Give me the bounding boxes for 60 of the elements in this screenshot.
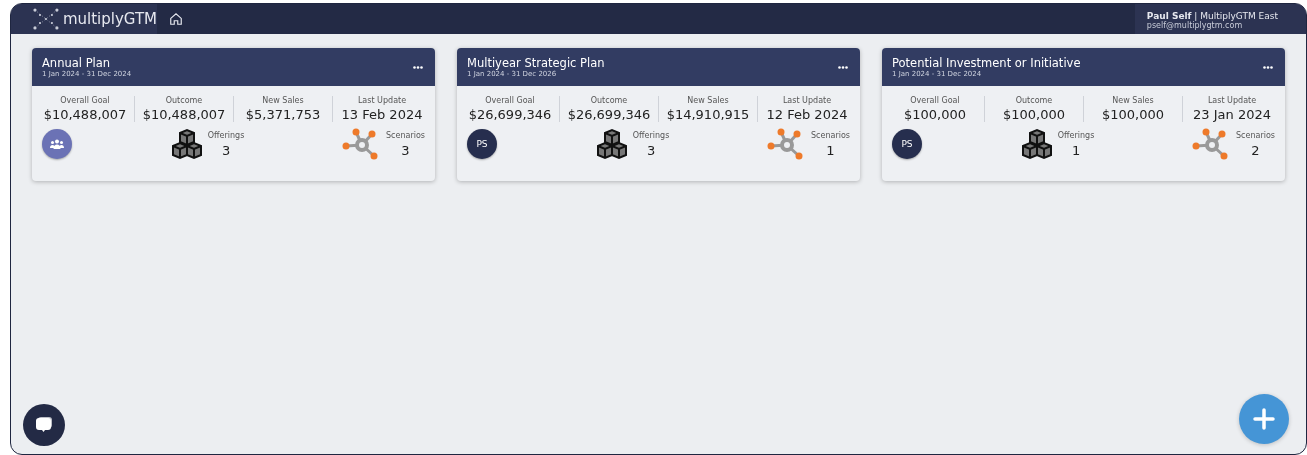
stat-label: Last Update bbox=[782, 96, 832, 105]
more-button[interactable] bbox=[836, 63, 850, 71]
offerings-count: 3 bbox=[221, 142, 231, 158]
stat-value: $10,488,007 bbox=[142, 107, 226, 122]
group-icon bbox=[50, 139, 64, 149]
scenarios-count: 2 bbox=[1251, 142, 1260, 158]
more-icon bbox=[838, 65, 848, 69]
plan-title: Potential Investment or Initiative bbox=[892, 56, 1082, 70]
chat-bubble-icon bbox=[34, 415, 54, 435]
stat-label: Overall Goal bbox=[910, 96, 960, 105]
scenarios-label: Scenarios bbox=[386, 130, 425, 140]
plan-title: Annual Plan bbox=[42, 56, 112, 70]
offerings-label: Offerings bbox=[1057, 130, 1095, 140]
cubes-icon bbox=[594, 128, 629, 160]
stat-value: $100,000 bbox=[1102, 107, 1164, 122]
logo-icon bbox=[33, 8, 59, 30]
stat-value: $26,699,346 bbox=[567, 107, 651, 122]
stat-label: Outcome bbox=[165, 96, 203, 105]
stat-value: $26,699,346 bbox=[468, 107, 552, 122]
user-email: pself@multiplygtm.com bbox=[1146, 20, 1243, 30]
offerings-count: 3 bbox=[646, 142, 656, 158]
plus-icon bbox=[1252, 407, 1276, 431]
stat-value: $14,910,915 bbox=[666, 107, 750, 122]
cubes-icon bbox=[169, 128, 204, 160]
offerings-label: Offerings bbox=[207, 130, 245, 140]
offerings-count: 1 bbox=[1071, 142, 1081, 158]
stat-value: 13 Feb 2024 bbox=[341, 107, 423, 122]
plan-title: Multiyear Strategic Plan bbox=[467, 56, 606, 70]
scenarios-count: 3 bbox=[401, 142, 410, 158]
stat-value: $5,371,753 bbox=[245, 107, 321, 122]
user-avatar: PS bbox=[467, 129, 497, 159]
stat-value: $100,000 bbox=[1003, 107, 1065, 122]
stat-label: New Sales bbox=[1112, 96, 1154, 105]
stat-label: Overall Goal bbox=[60, 96, 110, 105]
more-icon bbox=[413, 65, 423, 69]
stat-value: $100,000 bbox=[904, 107, 966, 122]
stat-label: Last Update bbox=[357, 96, 407, 105]
stat-label: Last Update bbox=[1207, 96, 1257, 105]
stat-value: $10,488,007 bbox=[43, 107, 127, 122]
more-button[interactable] bbox=[411, 63, 425, 71]
stat-label: Outcome bbox=[1015, 96, 1053, 105]
stat-value: 23 Jan 2024 bbox=[1193, 107, 1271, 122]
cubes-icon bbox=[1019, 128, 1054, 160]
logo-text: multiplyGTM bbox=[62, 10, 157, 28]
stat-label: Overall Goal bbox=[485, 96, 535, 105]
user-name: Paul Self | MultiplyGTM East bbox=[1146, 10, 1278, 21]
stat-label: New Sales bbox=[262, 96, 304, 105]
stat-value: 12 Feb 2024 bbox=[766, 107, 848, 122]
user-avatar: PS bbox=[892, 129, 922, 159]
offerings-label: Offerings bbox=[632, 130, 670, 140]
scenarios-count: 1 bbox=[826, 142, 835, 158]
scenarios-label: Scenarios bbox=[1236, 130, 1275, 140]
stat-label: Outcome bbox=[590, 96, 628, 105]
home-icon bbox=[169, 12, 183, 26]
scenarios-label: Scenarios bbox=[811, 130, 850, 140]
stat-label: New Sales bbox=[687, 96, 729, 105]
more-button[interactable] bbox=[1261, 63, 1275, 71]
add-button[interactable] bbox=[1239, 394, 1289, 444]
chat-button[interactable] bbox=[23, 404, 65, 446]
more-icon bbox=[1263, 65, 1273, 69]
